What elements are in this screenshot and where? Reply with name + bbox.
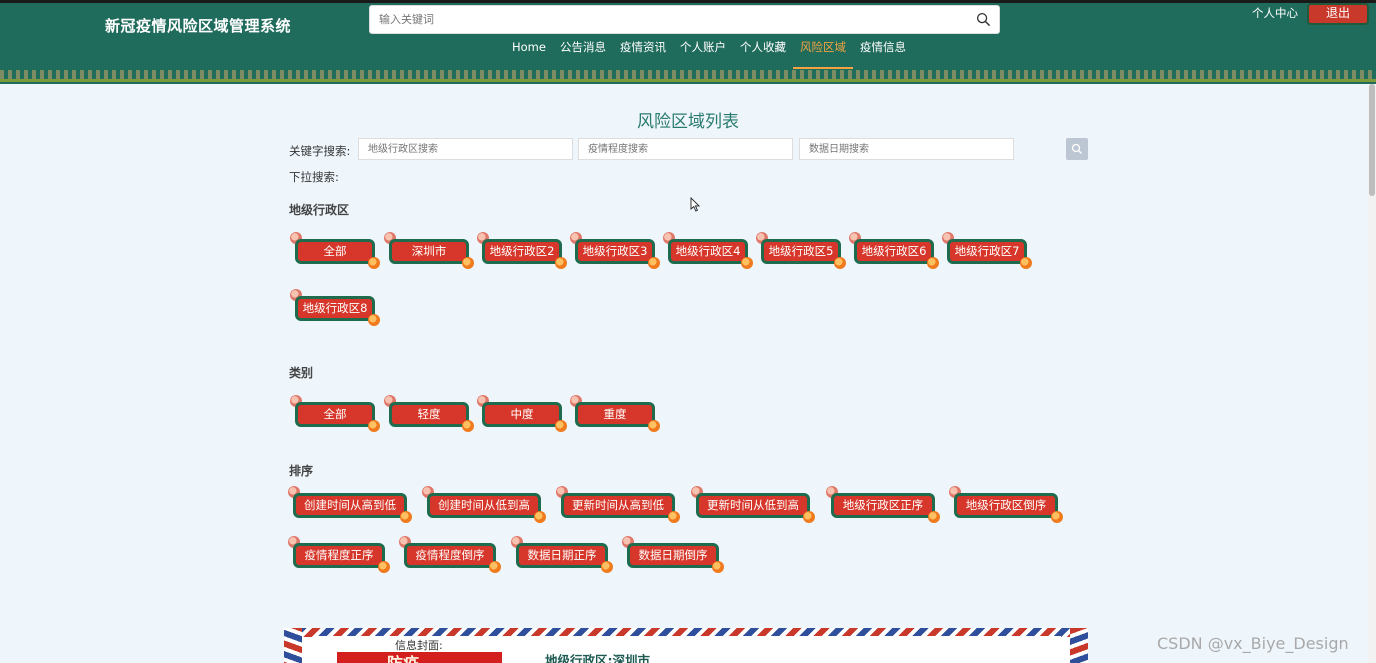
- category-tag[interactable]: 中度: [477, 395, 567, 432]
- tag-label: 轻度: [389, 402, 469, 427]
- nav-epidemic-news[interactable]: 疫情资讯: [613, 40, 673, 70]
- region-tag[interactable]: 深圳市: [384, 232, 474, 269]
- tag-label: 地级行政区倒序: [954, 493, 1058, 518]
- search-icon: [1071, 143, 1082, 154]
- card-border-decoration: [284, 628, 302, 663]
- nav-home[interactable]: Home: [505, 40, 553, 70]
- sort-section-title: 排序: [289, 464, 314, 478]
- tag-label: 全部: [295, 402, 375, 427]
- search-icon[interactable]: [976, 12, 991, 27]
- category-section-title: 类别: [289, 366, 314, 380]
- main-nav: Home 公告消息 疫情资讯 个人账户 个人收藏 风险区域 疫情信息: [505, 40, 913, 70]
- sort-tag[interactable]: 更新时间从高到低: [556, 486, 680, 523]
- region-tag[interactable]: 地级行政区5: [756, 232, 846, 269]
- tag-label: 创建时间从高到低: [293, 493, 407, 518]
- dropdown-search-label: 下拉搜索:: [289, 170, 339, 184]
- category-tag[interactable]: 全部: [290, 395, 380, 432]
- region-section-title: 地级行政区: [289, 203, 350, 217]
- tag-label: 地级行政区7: [947, 239, 1027, 264]
- cover-image-text: 防疫: [387, 650, 419, 663]
- date-search-input[interactable]: [799, 138, 1014, 160]
- tag-label: 地级行政区5: [761, 239, 841, 264]
- sort-tag[interactable]: 地级行政区正序: [826, 486, 940, 523]
- tag-label: 地级行政区正序: [831, 493, 935, 518]
- watermark: CSDN @vx_Biye_Design: [1157, 634, 1349, 653]
- region-tag[interactable]: 地级行政区4: [663, 232, 753, 269]
- keyword-search-label: 关键字搜索:: [289, 144, 351, 158]
- tag-label: 地级行政区6: [854, 239, 934, 264]
- sort-tag[interactable]: 创建时间从高到低: [288, 486, 412, 523]
- category-tag[interactable]: 重度: [570, 395, 660, 432]
- tag-label: 中度: [482, 402, 562, 427]
- tag-label: 疫情程度倒序: [404, 543, 496, 568]
- page-title: 风险区域列表: [637, 112, 739, 132]
- card-border-decoration: [1070, 628, 1088, 663]
- tag-label: 重度: [575, 402, 655, 427]
- severity-search-input[interactable]: [578, 138, 793, 160]
- card-region-title[interactable]: 地级行政区:深圳市: [545, 650, 650, 663]
- nav-announcements[interactable]: 公告消息: [553, 40, 613, 70]
- keyword-search-button[interactable]: [1066, 138, 1088, 160]
- tag-label: 深圳市: [389, 239, 469, 264]
- region-tag[interactable]: 地级行政区7: [942, 232, 1032, 269]
- sort-tag[interactable]: 数据日期正序: [511, 536, 613, 573]
- category-tag[interactable]: 轻度: [384, 395, 474, 432]
- mouse-cursor-icon: [690, 197, 700, 212]
- logout-button[interactable]: 退出: [1307, 3, 1369, 25]
- page-scrollbar-thumb[interactable]: [1369, 84, 1375, 196]
- sort-tag[interactable]: 更新时间从低到高: [691, 486, 815, 523]
- tag-label: 更新时间从高到低: [561, 493, 675, 518]
- region-tag[interactable]: 全部: [290, 232, 380, 269]
- tag-label: 地级行政区8: [295, 296, 375, 321]
- nav-personal-account[interactable]: 个人账户: [673, 40, 733, 70]
- app-title: 新冠疫情风险区域管理系统: [105, 17, 292, 35]
- tag-label: 创建时间从低到高: [427, 493, 541, 518]
- tag-label: 数据日期倒序: [627, 543, 719, 568]
- region-tag[interactable]: 地级行政区6: [849, 232, 939, 269]
- cover-image[interactable]: 防疫: [337, 652, 502, 663]
- region-search-input[interactable]: [358, 138, 573, 160]
- sort-tag[interactable]: 疫情程度正序: [288, 536, 390, 573]
- tag-label: 数据日期正序: [516, 543, 608, 568]
- tag-label: 地级行政区3: [575, 239, 655, 264]
- header-divider: [0, 79, 1376, 82]
- sort-tag[interactable]: 创建时间从低到高: [422, 486, 546, 523]
- sort-tag[interactable]: 疫情程度倒序: [399, 536, 501, 573]
- sort-tag[interactable]: 地级行政区倒序: [949, 486, 1063, 523]
- sort-tag[interactable]: 数据日期倒序: [622, 536, 724, 573]
- nav-epidemic-info[interactable]: 疫情信息: [853, 40, 913, 70]
- tag-label: 疫情程度正序: [293, 543, 385, 568]
- nav-risk-areas[interactable]: 风险区域: [792, 40, 853, 70]
- global-search-box: [369, 5, 1000, 34]
- tag-label: 更新时间从低到高: [696, 493, 810, 518]
- nav-favorites[interactable]: 个人收藏: [733, 40, 793, 70]
- tag-label: 地级行政区2: [482, 239, 562, 264]
- region-tag[interactable]: 地级行政区8: [290, 289, 380, 326]
- region-tag[interactable]: 地级行政区3: [570, 232, 660, 269]
- user-center-link[interactable]: 个人中心: [1252, 5, 1298, 21]
- tag-label: 地级行政区4: [668, 239, 748, 264]
- tag-label: 全部: [295, 239, 375, 264]
- region-tag[interactable]: 地级行政区2: [477, 232, 567, 269]
- global-search-input[interactable]: [370, 6, 960, 33]
